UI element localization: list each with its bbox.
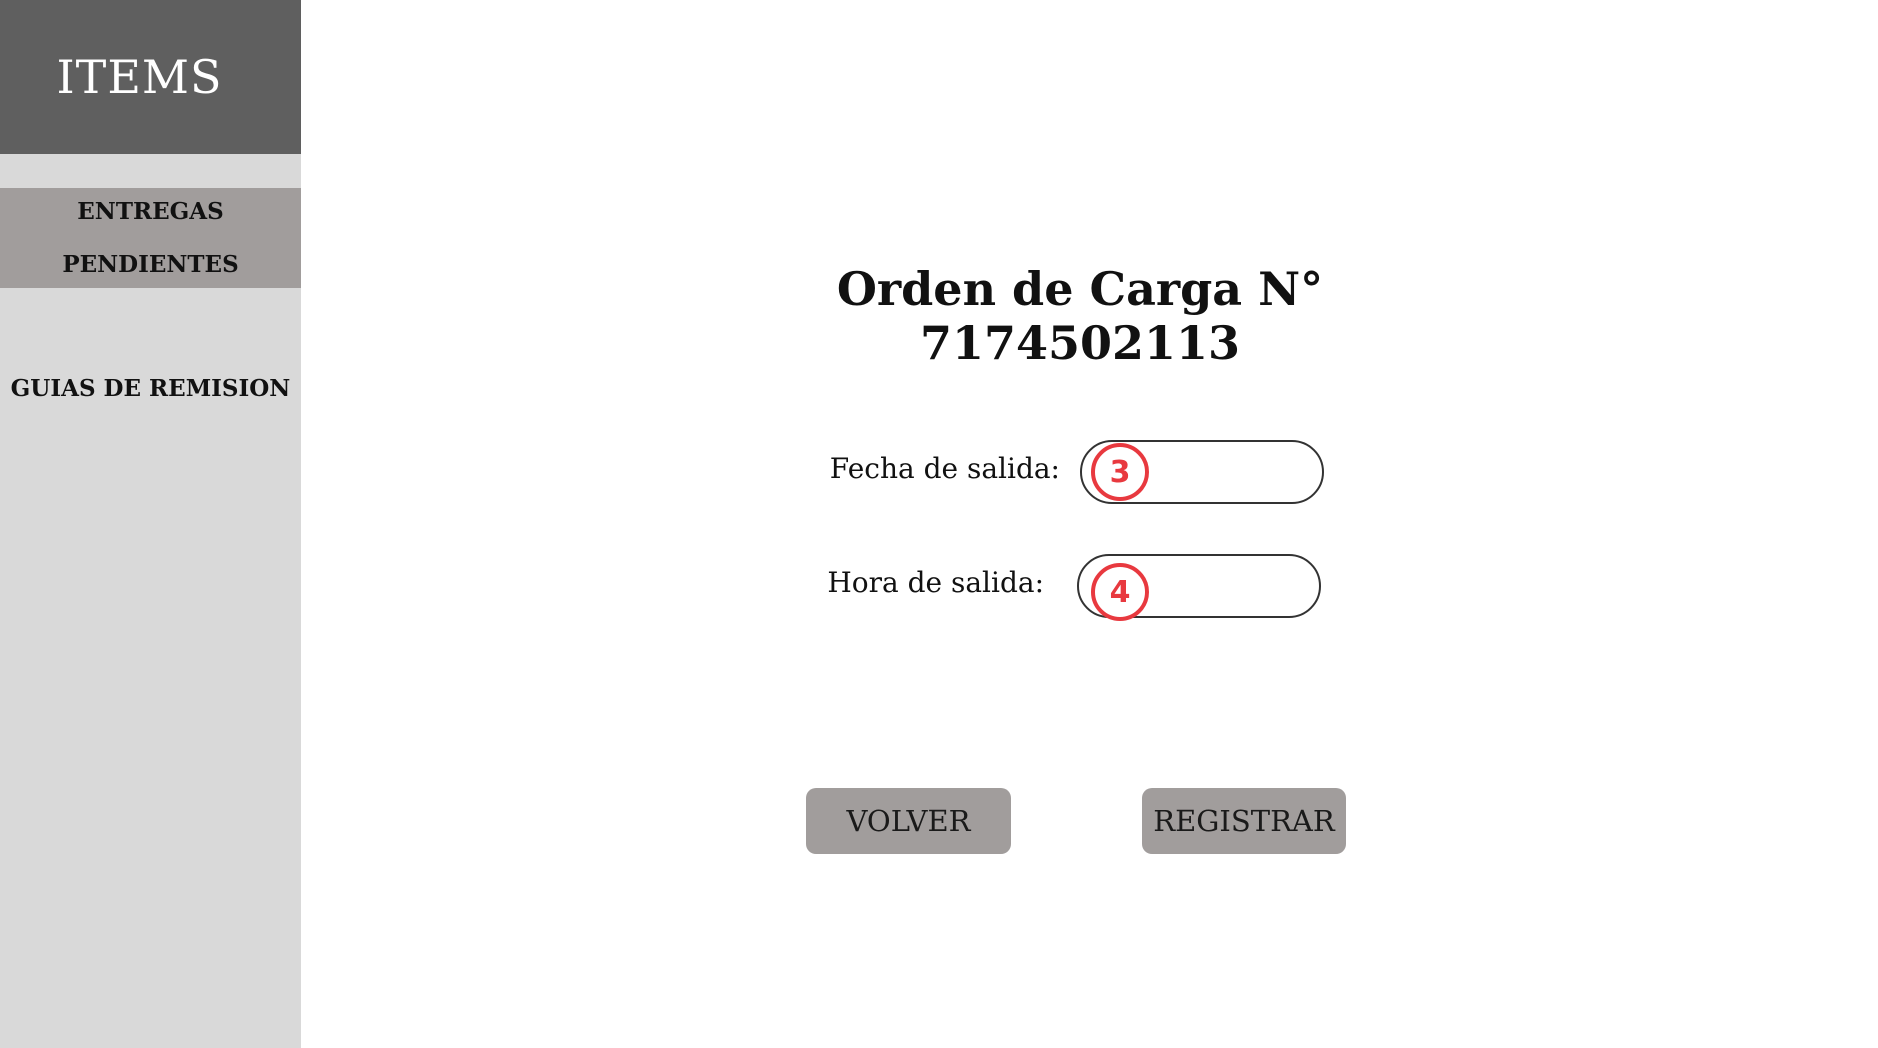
sidebar: ITEMS ENTREGAS PENDIENTES GUIAS DE REMIS…: [0, 0, 301, 1048]
sidebar-item-guias-de-remision[interactable]: GUIAS DE REMISION: [0, 366, 301, 410]
sidebar-item-entregas-pendientes[interactable]: ENTREGAS PENDIENTES: [0, 188, 301, 288]
app: ITEMS ENTREGAS PENDIENTES GUIAS DE REMIS…: [0, 0, 1878, 1048]
step-marker-3: 3: [1091, 443, 1149, 501]
sidebar-item-label-line2: PENDIENTES: [62, 251, 239, 278]
hora-de-salida-label: Hora de salida:: [827, 566, 1044, 599]
sidebar-item-label: GUIAS DE REMISION: [10, 374, 291, 402]
sidebar-item-label-line1: ENTREGAS: [77, 198, 224, 225]
page-title: Orden de Carga N° 7174502113: [836, 262, 1324, 370]
step-marker-4: 4: [1091, 563, 1149, 621]
registrar-button[interactable]: REGISTRAR: [1142, 788, 1346, 854]
fecha-de-salida-label: Fecha de salida:: [829, 452, 1060, 485]
volver-button[interactable]: VOLVER: [806, 788, 1011, 854]
brand-title: ITEMS: [0, 0, 301, 154]
brand-label: ITEMS: [56, 50, 223, 104]
